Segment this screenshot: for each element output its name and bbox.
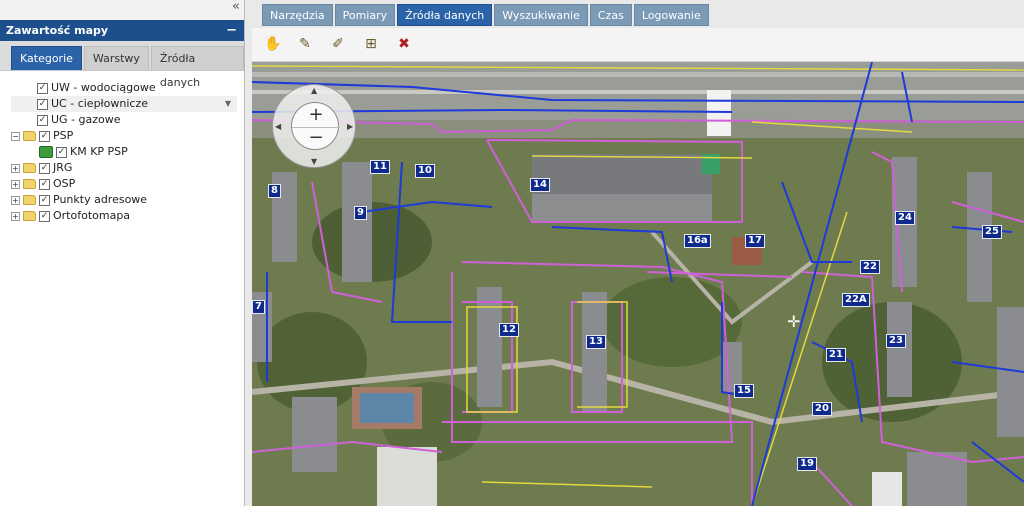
folder-icon	[23, 179, 36, 189]
expand-node-icon[interactable]: +	[11, 195, 20, 205]
building-label: 11	[370, 160, 390, 174]
building-label: 9	[354, 206, 367, 220]
tree-item-label: OSP	[53, 177, 76, 190]
checkbox-punkty-adresowe[interactable]: ✓	[39, 194, 50, 206]
tree-item-psp[interactable]: − ✓ PSP	[11, 128, 244, 144]
tree-item-ortofotomapa[interactable]: + ✓ Ortofotomapa	[11, 208, 244, 224]
tree-item-label: UG - gazowe	[51, 113, 121, 126]
tree-item-label: JRG	[53, 161, 73, 174]
building-label: 10	[415, 164, 435, 178]
building-label: 17	[745, 234, 765, 248]
map-contents-panel: « Zawartość mapy − Kategorie Warstwy Źró…	[0, 0, 245, 506]
toolbar: ✋ ✎ ✐ ⊞ ✖	[252, 28, 1024, 62]
pan-up-icon[interactable]: ▲	[311, 86, 317, 95]
building-label: 25	[982, 225, 1002, 239]
chevron-down-icon[interactable]: ▼	[225, 96, 231, 112]
checkbox-osp[interactable]: ✓	[39, 178, 50, 190]
building-label: 20	[812, 402, 832, 416]
main-tabs: Narzędzia Pomiary Źródła danych Wyszukiw…	[262, 4, 709, 26]
building-label: 24	[895, 211, 915, 225]
expand-node-icon[interactable]: +	[11, 211, 20, 221]
pan-down-icon[interactable]: ▼	[311, 157, 317, 166]
layer-icon	[39, 146, 53, 158]
tab-narzedzia[interactable]: Narzędzia	[262, 4, 333, 26]
tree-item-jrg[interactable]: + ✓ JRG	[11, 160, 244, 176]
collapse-node-icon[interactable]: −	[11, 131, 20, 141]
tab-wyszukiwanie[interactable]: Wyszukiwanie	[494, 4, 588, 26]
layer-edit-icon[interactable]: ✐	[330, 36, 346, 52]
checkbox-ortofotomapa[interactable]: ✓	[39, 210, 50, 222]
collapse-panel-icon[interactable]: «	[232, 0, 240, 14]
tree-item-uc[interactable]: ✓ UC - ciepłownicze ▼	[11, 96, 237, 112]
checkbox-ug[interactable]: ✓	[37, 114, 48, 126]
panel-tabs: Kategorie Warstwy Źródła danych	[0, 41, 244, 89]
tree-item-label: Ortofotomapa	[53, 209, 131, 222]
tree-item-label: PSP	[53, 129, 74, 142]
building-label: 7	[252, 300, 265, 314]
tab-pomiary[interactable]: Pomiary	[334, 4, 396, 26]
tree-item-uw[interactable]: ✓ UW - wodociągowe	[11, 80, 244, 96]
building-label: 8	[268, 184, 281, 198]
panel-title: Zawartość mapy	[6, 24, 109, 37]
panel-title-bar: Zawartość mapy −	[0, 20, 244, 41]
tab-zrodla-danych-main[interactable]: Źródła danych	[397, 4, 493, 26]
tab-czas[interactable]: Czas	[589, 4, 632, 26]
building-label: 16a	[684, 234, 711, 248]
building-label: 14	[530, 178, 550, 192]
building-label: 13	[586, 335, 606, 349]
building-label: 22	[860, 260, 880, 274]
zoom-control: + −	[291, 102, 340, 150]
pan-zoom-control[interactable]: ▲ ▼ ◀ ▶ + −	[272, 84, 356, 168]
tab-logowanie[interactable]: Logowanie	[633, 4, 709, 26]
layer-tool-1-icon[interactable]: ✋	[264, 36, 281, 52]
zoom-in-button[interactable]: +	[292, 105, 340, 125]
tree-item-label: Punkty adresowe	[53, 193, 148, 206]
folder-icon	[23, 131, 36, 141]
folder-icon	[23, 163, 36, 173]
building-label: 21	[826, 348, 846, 362]
minimize-panel-icon[interactable]: −	[226, 20, 237, 41]
folder-icon	[23, 211, 36, 221]
building-label: 22A	[842, 293, 870, 307]
checkbox-uc[interactable]: ✓	[37, 98, 48, 110]
building-label: 19	[797, 457, 817, 471]
building-label: 15	[734, 384, 754, 398]
crosshair-cursor-icon: ✛	[787, 312, 801, 331]
orthophoto-map	[252, 62, 1024, 506]
tree-item-punkty-adresowe[interactable]: + ✓ Punkty adresowe	[11, 192, 244, 208]
tab-zrodla-danych[interactable]: Źródła danych	[150, 46, 244, 89]
folder-icon	[23, 195, 36, 205]
layer-add-icon[interactable]: ⊞	[363, 36, 379, 52]
building-label: 12	[499, 323, 519, 337]
checkbox-uw[interactable]: ✓	[37, 82, 48, 94]
expand-node-icon[interactable]: +	[11, 163, 20, 173]
tree-item-km-kp-psp[interactable]: ✓ KM KP PSP	[11, 144, 244, 160]
tree-item-osp[interactable]: + ✓ OSP	[11, 176, 244, 192]
tree-item-ug[interactable]: ✓ UG - gazowe	[11, 112, 244, 128]
tree-item-label: UC - ciepłownicze	[51, 97, 149, 110]
checkbox-jrg[interactable]: ✓	[39, 162, 50, 174]
pan-right-icon[interactable]: ▶	[347, 122, 353, 131]
layer-delete-icon[interactable]: ✖	[396, 36, 412, 52]
layer-tool-2-icon[interactable]: ✎	[297, 36, 313, 52]
checkbox-psp[interactable]: ✓	[39, 130, 50, 142]
tree-item-label: UW - wodociągowe	[51, 81, 156, 94]
tree-item-label: KM KP PSP	[70, 145, 128, 158]
map-view[interactable]: 8 11 10 9 14 16a 17 24 25 22 22A 12 13 2…	[252, 62, 1024, 506]
collapse-bar: «	[0, 0, 244, 20]
tab-warstwy[interactable]: Warstwy	[83, 46, 149, 70]
building-label: 23	[886, 334, 906, 348]
zoom-out-button[interactable]: −	[292, 127, 340, 148]
pan-left-icon[interactable]: ◀	[275, 122, 281, 131]
expand-node-icon[interactable]: +	[11, 179, 20, 189]
app-window: « Zawartość mapy − Kategorie Warstwy Źró…	[0, 0, 1024, 506]
checkbox-km-kp-psp[interactable]: ✓	[56, 146, 67, 158]
category-tree: ✓ UW - wodociągowe ✓ UC - ciepłownicze ▼…	[0, 71, 244, 224]
tab-kategorie[interactable]: Kategorie	[11, 46, 82, 70]
